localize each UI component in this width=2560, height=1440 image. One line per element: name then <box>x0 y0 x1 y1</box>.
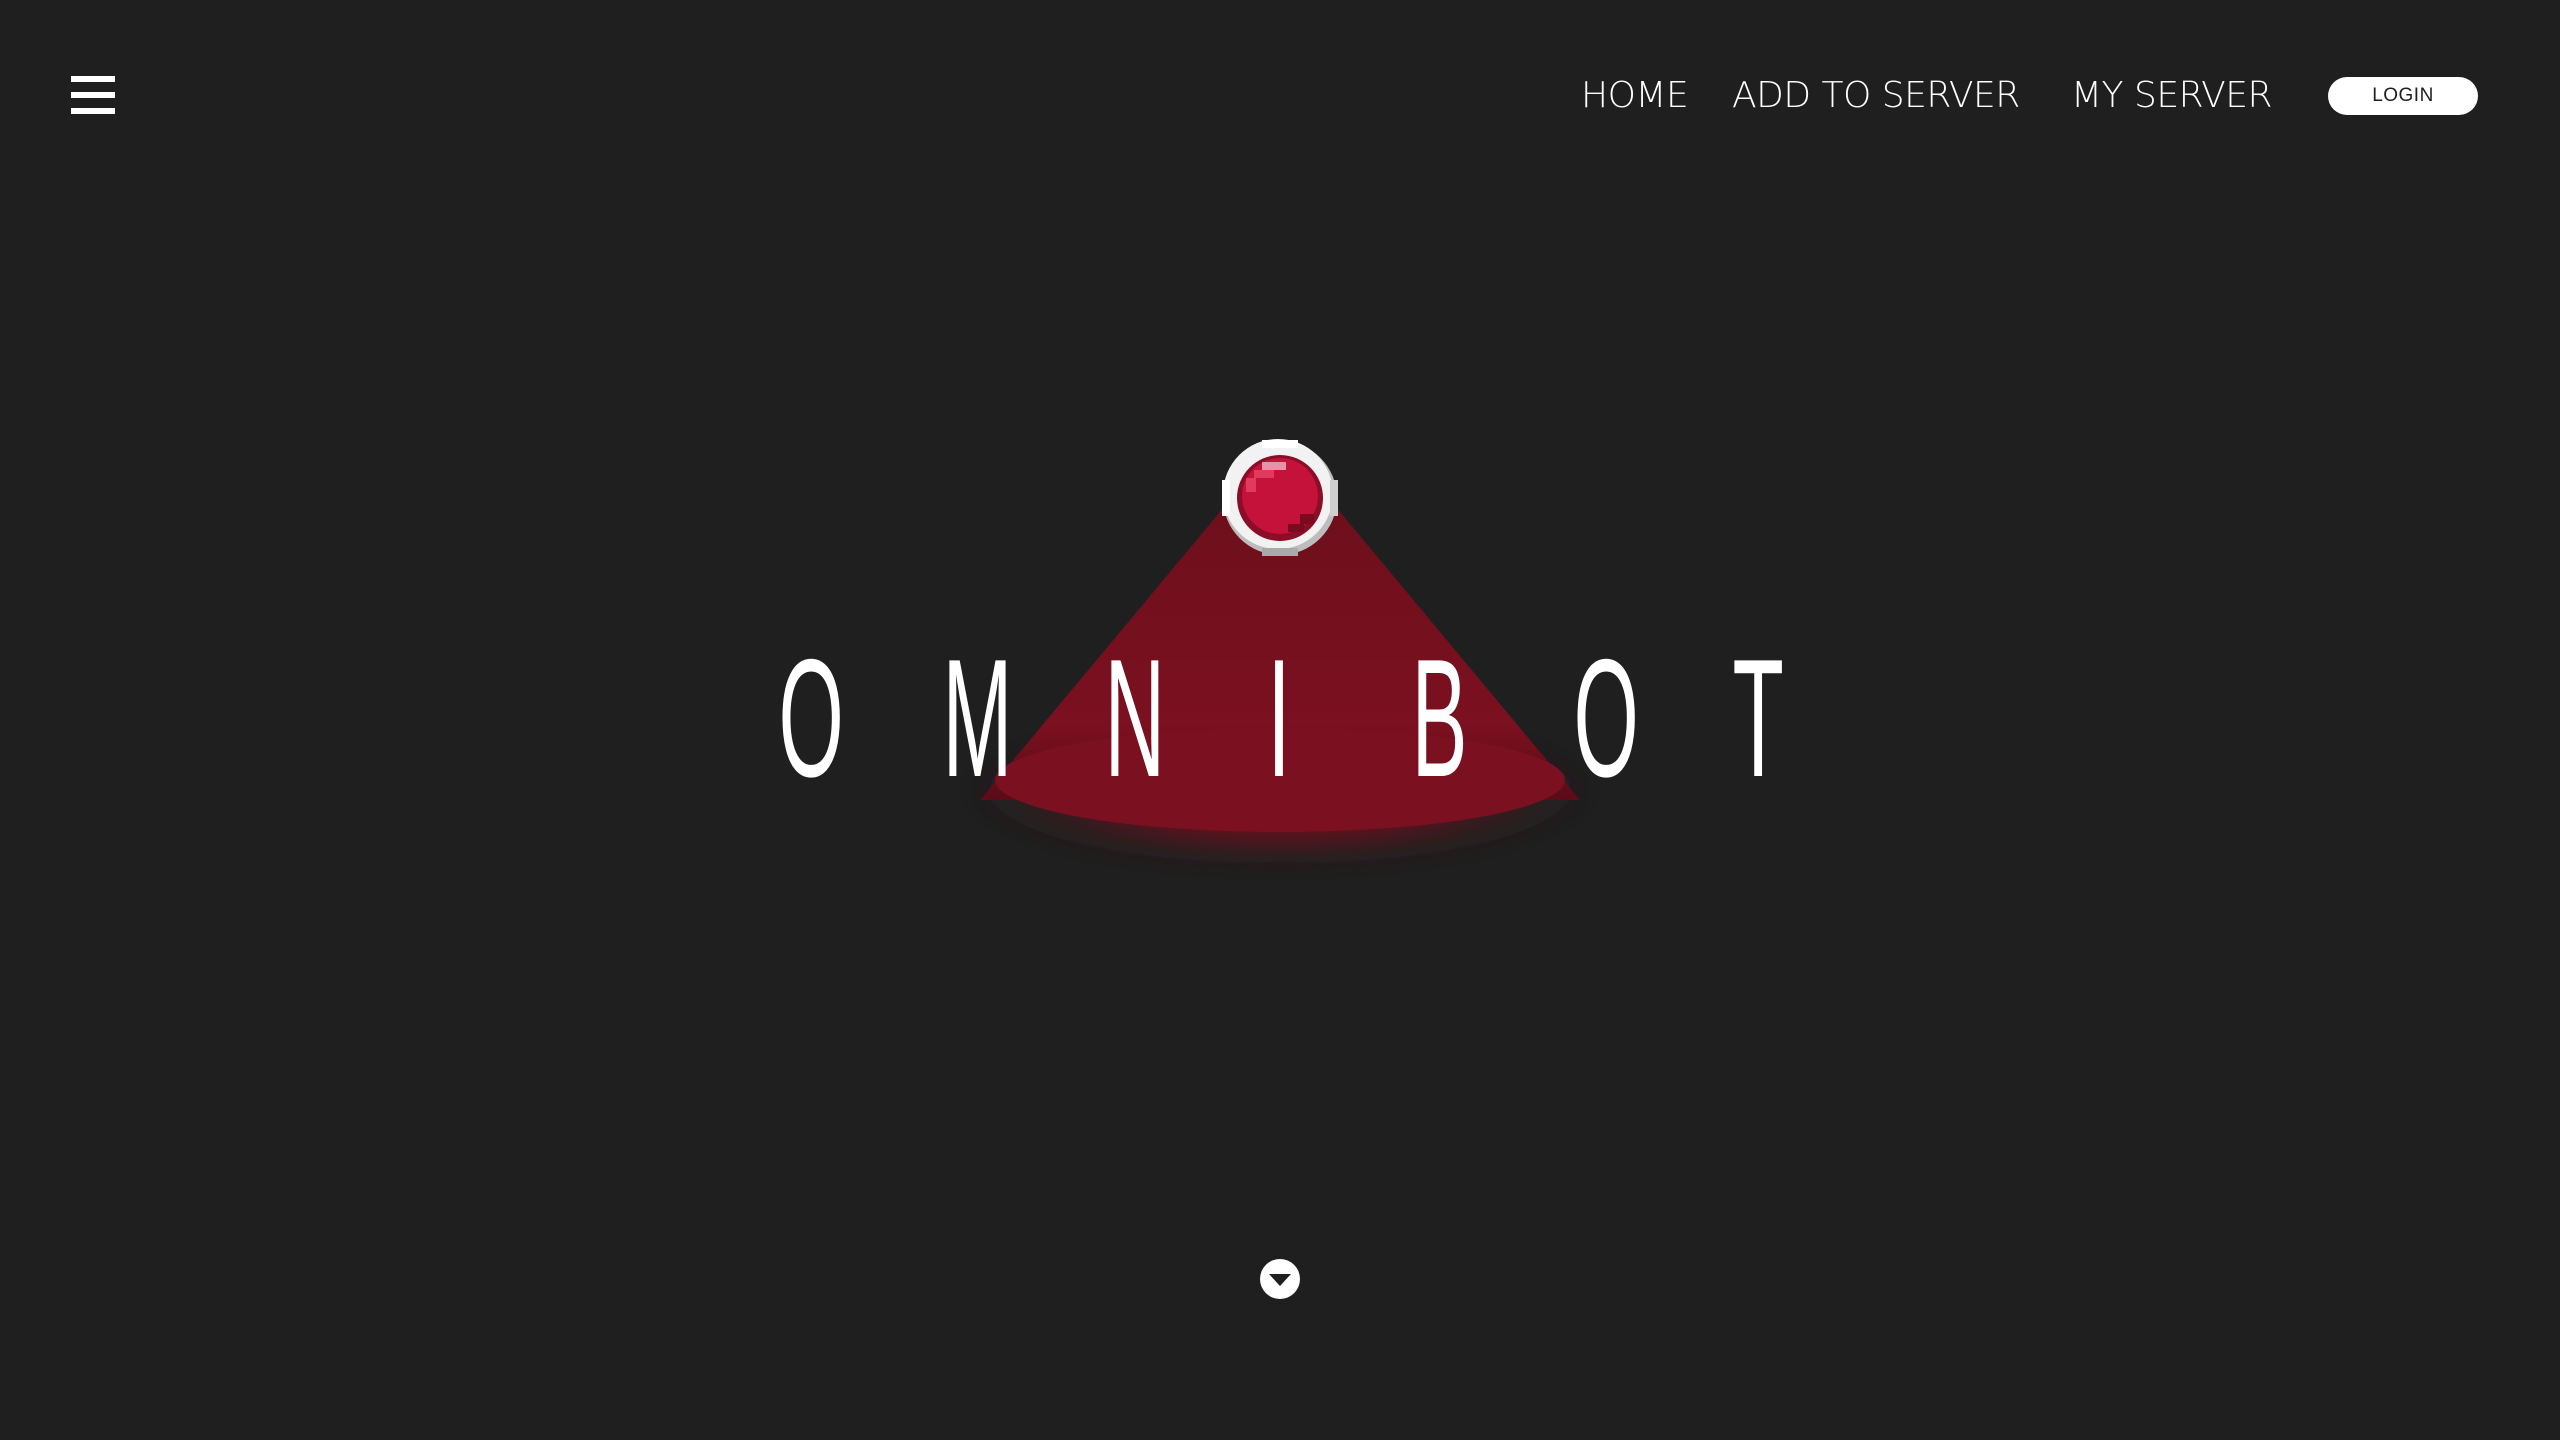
logo-letter: O <box>1573 624 1639 812</box>
menu-line <box>71 76 115 82</box>
hamburger-menu-icon[interactable] <box>71 76 115 114</box>
logo-letter: O <box>778 624 844 812</box>
omnibot-logo-title: O M N I B O T <box>0 0 2560 1440</box>
login-button[interactable]: LOGIN <box>2328 77 2478 115</box>
logo-letter: T <box>1732 624 1784 812</box>
logo-letter: B <box>1411 624 1468 812</box>
logo-letter: I <box>1267 624 1291 812</box>
light-pool <box>960 710 1600 870</box>
nav-home-link[interactable]: HOME <box>1581 72 1689 120</box>
hero-artwork <box>960 439 1600 870</box>
menu-line <box>71 108 115 114</box>
light-beam <box>980 500 1580 800</box>
nav-add-to-server-link[interactable]: ADD TO SERVER <box>1732 72 2020 120</box>
light-pool-core <box>995 728 1565 832</box>
red-beacon-light-icon <box>1222 439 1338 556</box>
chevron-down-circle-icon[interactable] <box>1259 1258 1301 1300</box>
nav-my-server-link[interactable]: MY SERVER <box>2071 72 2273 120</box>
logo-letter: N <box>1104 624 1166 812</box>
logo-letter: M <box>942 624 1013 812</box>
menu-line <box>71 92 115 98</box>
